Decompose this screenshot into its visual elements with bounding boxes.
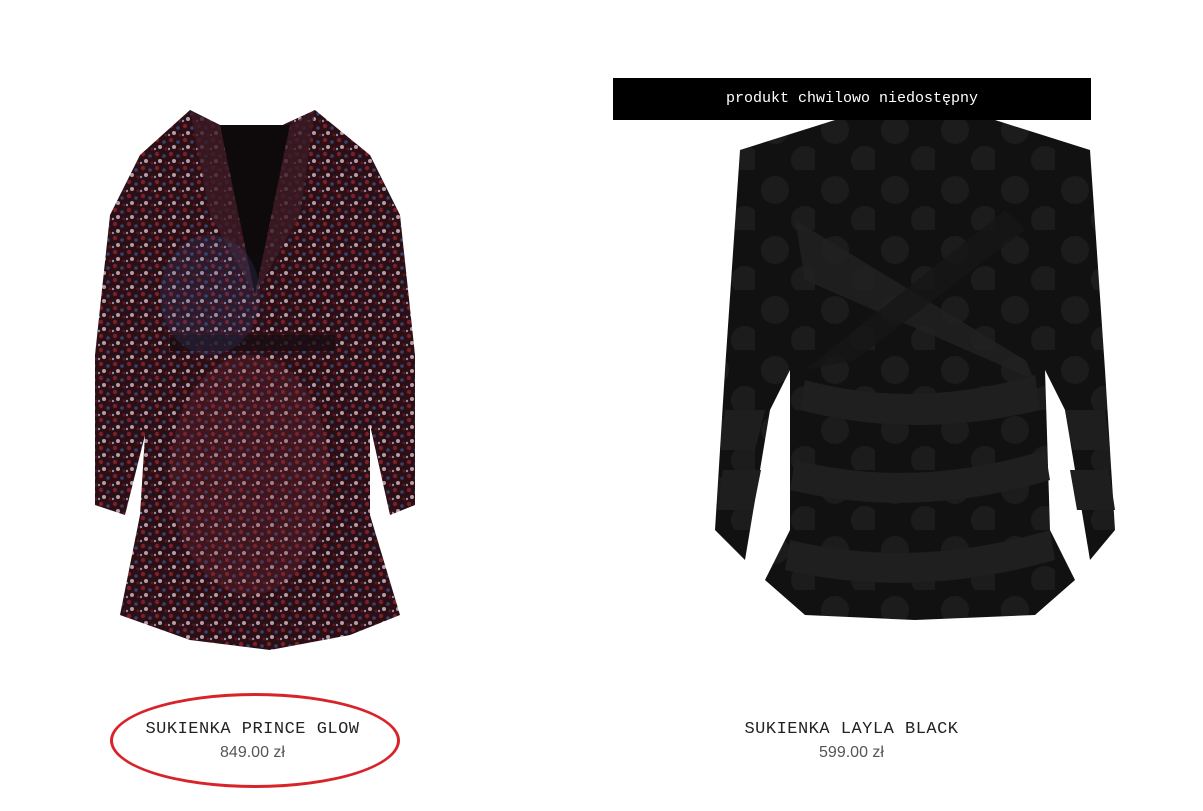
product-image-layla-black[interactable] bbox=[695, 110, 1135, 630]
highlight-circle bbox=[110, 693, 400, 788]
black-wrap-dress-image bbox=[715, 120, 1115, 620]
product-price: 599.00 zł bbox=[819, 744, 884, 761]
product-name[interactable]: SUKIENKA LAYLA BLACK bbox=[600, 720, 1103, 739]
unavailable-badge: produkt chwilowo niedostępny bbox=[613, 78, 1091, 120]
product-image-prince-glow[interactable] bbox=[70, 95, 440, 685]
product-name[interactable]: SUKIENKA PRINCE GLOW bbox=[0, 720, 505, 739]
product-card-layla-black[interactable]: produkt chwilowo niedostępny SUKIENKA LA… bbox=[600, 0, 1203, 811]
product-card-prince-glow[interactable]: SUKIENKA PRINCE GLOW 849.00 zł bbox=[0, 0, 600, 811]
product-price: 849.00 zł bbox=[220, 744, 285, 761]
sequin-blazer-dress-image bbox=[95, 110, 415, 650]
